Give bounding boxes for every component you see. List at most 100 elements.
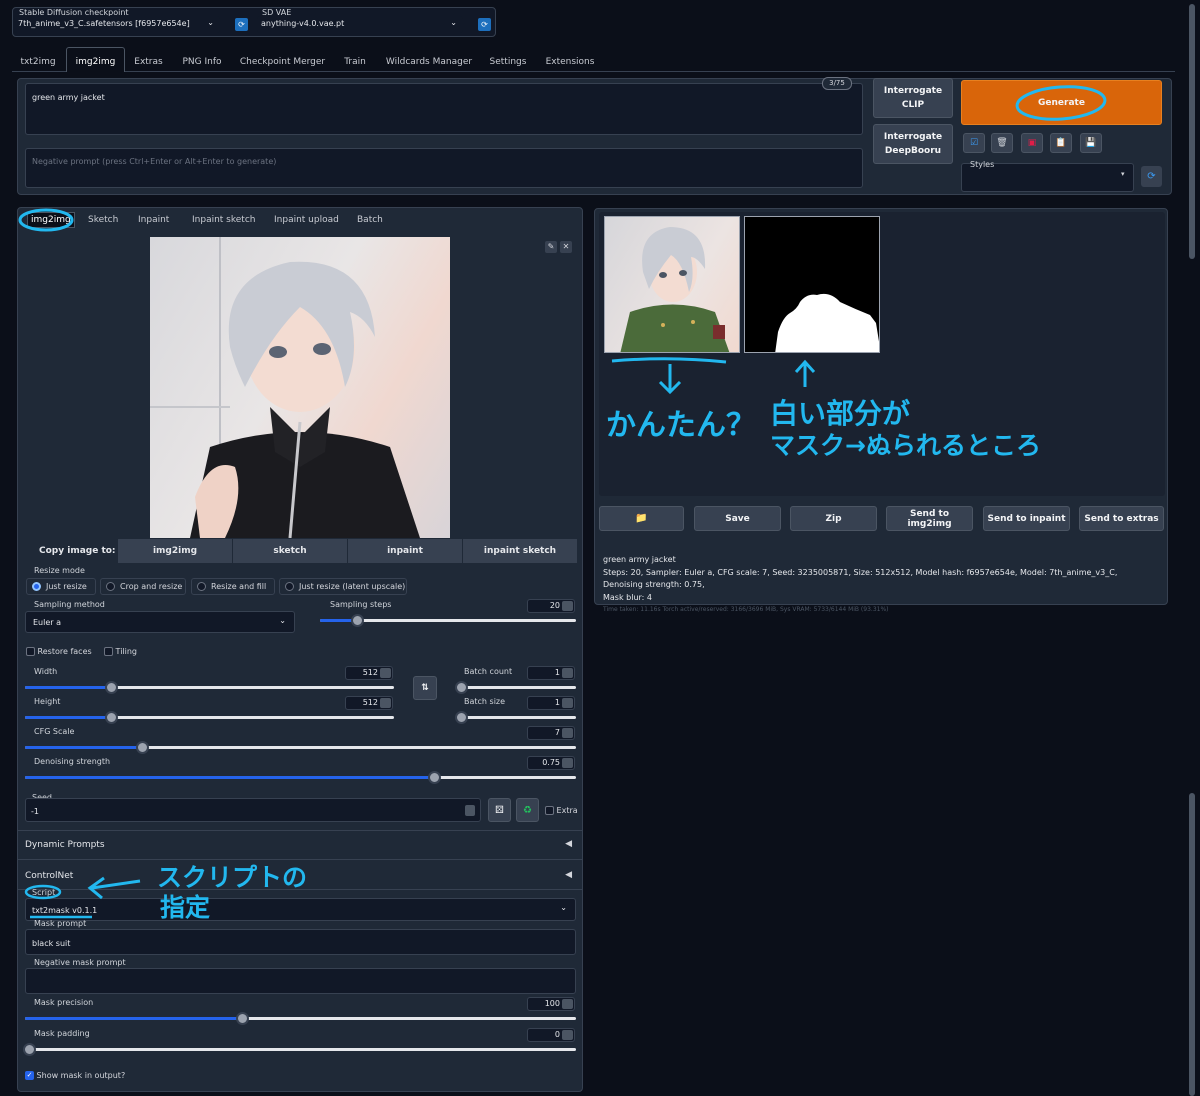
denoise-slider[interactable] bbox=[25, 771, 576, 784]
save-button[interactable]: Save bbox=[694, 506, 781, 531]
height-slider[interactable] bbox=[25, 711, 394, 724]
resize-latent[interactable]: Just resize (latent upscale) bbox=[279, 578, 407, 595]
tiling-checkbox[interactable]: Tiling bbox=[104, 647, 137, 656]
slider-handle[interactable] bbox=[136, 741, 149, 754]
mask-padding-input[interactable]: 0 bbox=[527, 1028, 575, 1042]
resize-just-resize[interactable]: Just resize bbox=[26, 578, 96, 595]
slider-handle[interactable] bbox=[455, 681, 468, 694]
seed-input[interactable]: -1 bbox=[25, 798, 481, 822]
tab-txt2img[interactable]: txt2img bbox=[16, 52, 60, 72]
refresh-styles-icon[interactable]: ⟳ bbox=[1141, 166, 1162, 187]
trash-icon[interactable]: 🗑 bbox=[991, 133, 1013, 153]
dynamic-prompts-accordion[interactable]: Dynamic Prompts ◀ bbox=[18, 830, 582, 860]
clear-image-icon[interactable]: ✕ bbox=[560, 241, 572, 253]
sampling-method-select[interactable]: Euler a ⌄ bbox=[25, 611, 295, 633]
generate-button[interactable]: Generate bbox=[961, 80, 1162, 125]
random-seed-dice-icon[interactable]: ⚄ bbox=[488, 798, 511, 822]
script-select[interactable]: txt2mask v0.1.1 ⌄ bbox=[25, 898, 576, 921]
stepper-icon[interactable] bbox=[380, 668, 391, 678]
zip-button[interactable]: Zip bbox=[790, 506, 877, 531]
interrogate-clip-button[interactable]: Interrogate CLIP bbox=[873, 78, 953, 118]
stepper-icon[interactable] bbox=[562, 601, 573, 611]
stepper-icon[interactable] bbox=[562, 698, 573, 708]
slider-handle[interactable] bbox=[105, 711, 118, 724]
open-folder-button[interactable]: 📁 bbox=[599, 506, 684, 531]
checkbox-icon[interactable]: ☑ bbox=[963, 133, 985, 153]
stepper-icon[interactable] bbox=[380, 698, 391, 708]
negative-mask-prompt-textarea[interactable] bbox=[25, 968, 576, 994]
stepper-icon[interactable] bbox=[562, 1030, 573, 1040]
denoise-input[interactable]: 0.75 bbox=[527, 756, 575, 770]
restore-faces-checkbox[interactable]: Restore faces bbox=[26, 647, 92, 656]
copy-to-sketch[interactable]: sketch bbox=[233, 539, 347, 563]
output-thumbnail-image[interactable] bbox=[604, 216, 740, 353]
batch-size-slider[interactable] bbox=[455, 711, 576, 724]
tab-png-info[interactable]: PNG Info bbox=[178, 52, 226, 72]
tab-settings[interactable]: Settings bbox=[486, 52, 530, 72]
subtab-img2img[interactable]: img2img bbox=[27, 212, 75, 228]
reuse-seed-recycle-icon[interactable]: ♻ bbox=[516, 798, 539, 822]
stepper-icon[interactable] bbox=[562, 668, 573, 678]
tab-checkpoint-merger[interactable]: Checkpoint Merger bbox=[237, 52, 328, 72]
slider-handle[interactable] bbox=[105, 681, 118, 694]
tab-wildcards[interactable]: Wildcards Manager bbox=[382, 52, 476, 72]
width-input[interactable]: 512 bbox=[345, 666, 393, 680]
edit-pencil-icon[interactable]: ✎ bbox=[545, 241, 557, 253]
cfg-input[interactable]: 7 bbox=[527, 726, 575, 740]
style-book-icon[interactable]: ▣ bbox=[1021, 133, 1043, 153]
source-image[interactable] bbox=[150, 237, 450, 538]
mask-precision-input[interactable]: 100 bbox=[527, 997, 575, 1011]
scrollbar-thumb-top[interactable] bbox=[1189, 4, 1195, 259]
sampling-steps-slider[interactable] bbox=[320, 614, 576, 627]
tab-extensions[interactable]: Extensions bbox=[541, 52, 599, 72]
slider-handle[interactable] bbox=[351, 614, 364, 627]
send-to-inpaint-button[interactable]: Send to inpaint bbox=[983, 506, 1070, 531]
batch-count-input[interactable]: 1 bbox=[527, 666, 575, 680]
refresh-checkpoint-icon[interactable]: ⟳ bbox=[235, 18, 248, 31]
copy-to-inpaint-sketch[interactable]: inpaint sketch bbox=[463, 539, 577, 563]
scrollbar-thumb[interactable] bbox=[1189, 793, 1195, 1096]
stepper-icon[interactable] bbox=[562, 999, 573, 1009]
tab-extras[interactable]: Extras bbox=[130, 52, 167, 72]
copy-to-inpaint[interactable]: inpaint bbox=[348, 539, 462, 563]
prompt-textarea[interactable]: green army jacket bbox=[25, 83, 863, 135]
stepper-icon[interactable] bbox=[465, 805, 475, 816]
negative-prompt-textarea[interactable]: Negative prompt (press Ctrl+Enter or Alt… bbox=[25, 148, 863, 188]
tab-img2img[interactable]: img2img bbox=[68, 52, 123, 72]
checkpoint-select[interactable]: 7th_anime_v3_C.safetensors [f6957e654e] … bbox=[14, 16, 220, 33]
refresh-vae-icon[interactable]: ⟳ bbox=[478, 18, 491, 31]
vae-select[interactable]: anything-v4.0.vae.pt ⌄ bbox=[257, 16, 463, 33]
slider-handle[interactable] bbox=[428, 771, 441, 784]
slider-handle[interactable] bbox=[23, 1043, 36, 1056]
cfg-slider[interactable] bbox=[25, 741, 576, 754]
subtab-sketch[interactable]: Sketch bbox=[88, 212, 118, 228]
tab-train[interactable]: Train bbox=[337, 52, 373, 72]
resize-fill[interactable]: Resize and fill bbox=[191, 578, 275, 595]
slider-handle[interactable] bbox=[455, 711, 468, 724]
slider-handle[interactable] bbox=[236, 1012, 249, 1025]
height-input[interactable]: 512 bbox=[345, 696, 393, 710]
send-to-extras-button[interactable]: Send to extras bbox=[1079, 506, 1164, 531]
batch-count-slider[interactable] bbox=[455, 681, 576, 694]
output-mask-image[interactable] bbox=[744, 216, 880, 353]
send-to-img2img-button[interactable]: Send to img2img bbox=[886, 506, 973, 531]
subtab-inpaint-upload[interactable]: Inpaint upload bbox=[274, 212, 339, 228]
subtab-inpaint-sketch[interactable]: Inpaint sketch bbox=[192, 212, 255, 228]
copy-to-img2img[interactable]: img2img bbox=[118, 539, 232, 563]
width-slider[interactable] bbox=[25, 681, 394, 694]
subtab-batch[interactable]: Batch bbox=[357, 212, 383, 228]
mask-prompt-textarea[interactable]: black suit bbox=[25, 929, 576, 955]
mask-precision-slider[interactable] bbox=[25, 1012, 576, 1025]
save-style-icon[interactable]: 💾 bbox=[1080, 133, 1102, 153]
show-mask-checkbox[interactable]: ✓ Show mask in output? bbox=[25, 1071, 125, 1080]
stepper-icon[interactable] bbox=[562, 758, 573, 768]
batch-size-input[interactable]: 1 bbox=[527, 696, 575, 710]
stepper-icon[interactable] bbox=[562, 728, 573, 738]
mask-padding-slider[interactable] bbox=[23, 1043, 576, 1056]
swap-dimensions-button[interactable]: ⇅ bbox=[413, 676, 437, 700]
resize-crop[interactable]: Crop and resize bbox=[100, 578, 186, 595]
clipboard-icon[interactable]: 📋 bbox=[1050, 133, 1072, 153]
sampling-steps-input[interactable]: 20 bbox=[527, 599, 575, 613]
extra-checkbox[interactable]: Extra bbox=[545, 806, 578, 815]
interrogate-deepbooru-button[interactable]: Interrogate DeepBooru bbox=[873, 124, 953, 164]
